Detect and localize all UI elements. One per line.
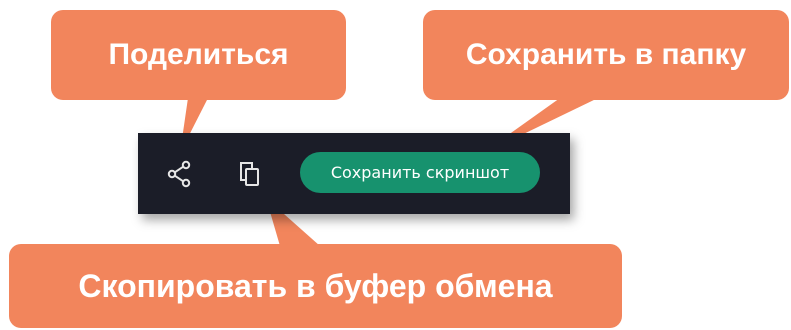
save-screenshot-button-label: Сохранить скриншот [330, 163, 510, 182]
share-callout: Поделиться [51, 10, 346, 100]
share-icon [167, 160, 191, 188]
save-screenshot-button[interactable]: Сохранить скриншот [300, 152, 540, 193]
save-to-folder-callout-text: Сохранить в папку [465, 38, 747, 71]
copy-icon [240, 162, 259, 186]
annotated-screenshot: Поделиться Сохранить в папку Скопировать… [0, 0, 791, 330]
copy-to-clipboard-callout-text: Скопировать в буфер обмена [78, 267, 553, 304]
share-button[interactable] [164, 158, 196, 190]
copy-button[interactable] [233, 158, 265, 190]
share-callout-text: Поделиться [108, 38, 289, 71]
copy-to-clipboard-callout: Скопировать в буфер обмена [9, 244, 622, 328]
screenshot-toolbar: Сохранить скриншот [138, 133, 570, 214]
save-to-folder-callout: Сохранить в папку [423, 10, 789, 100]
